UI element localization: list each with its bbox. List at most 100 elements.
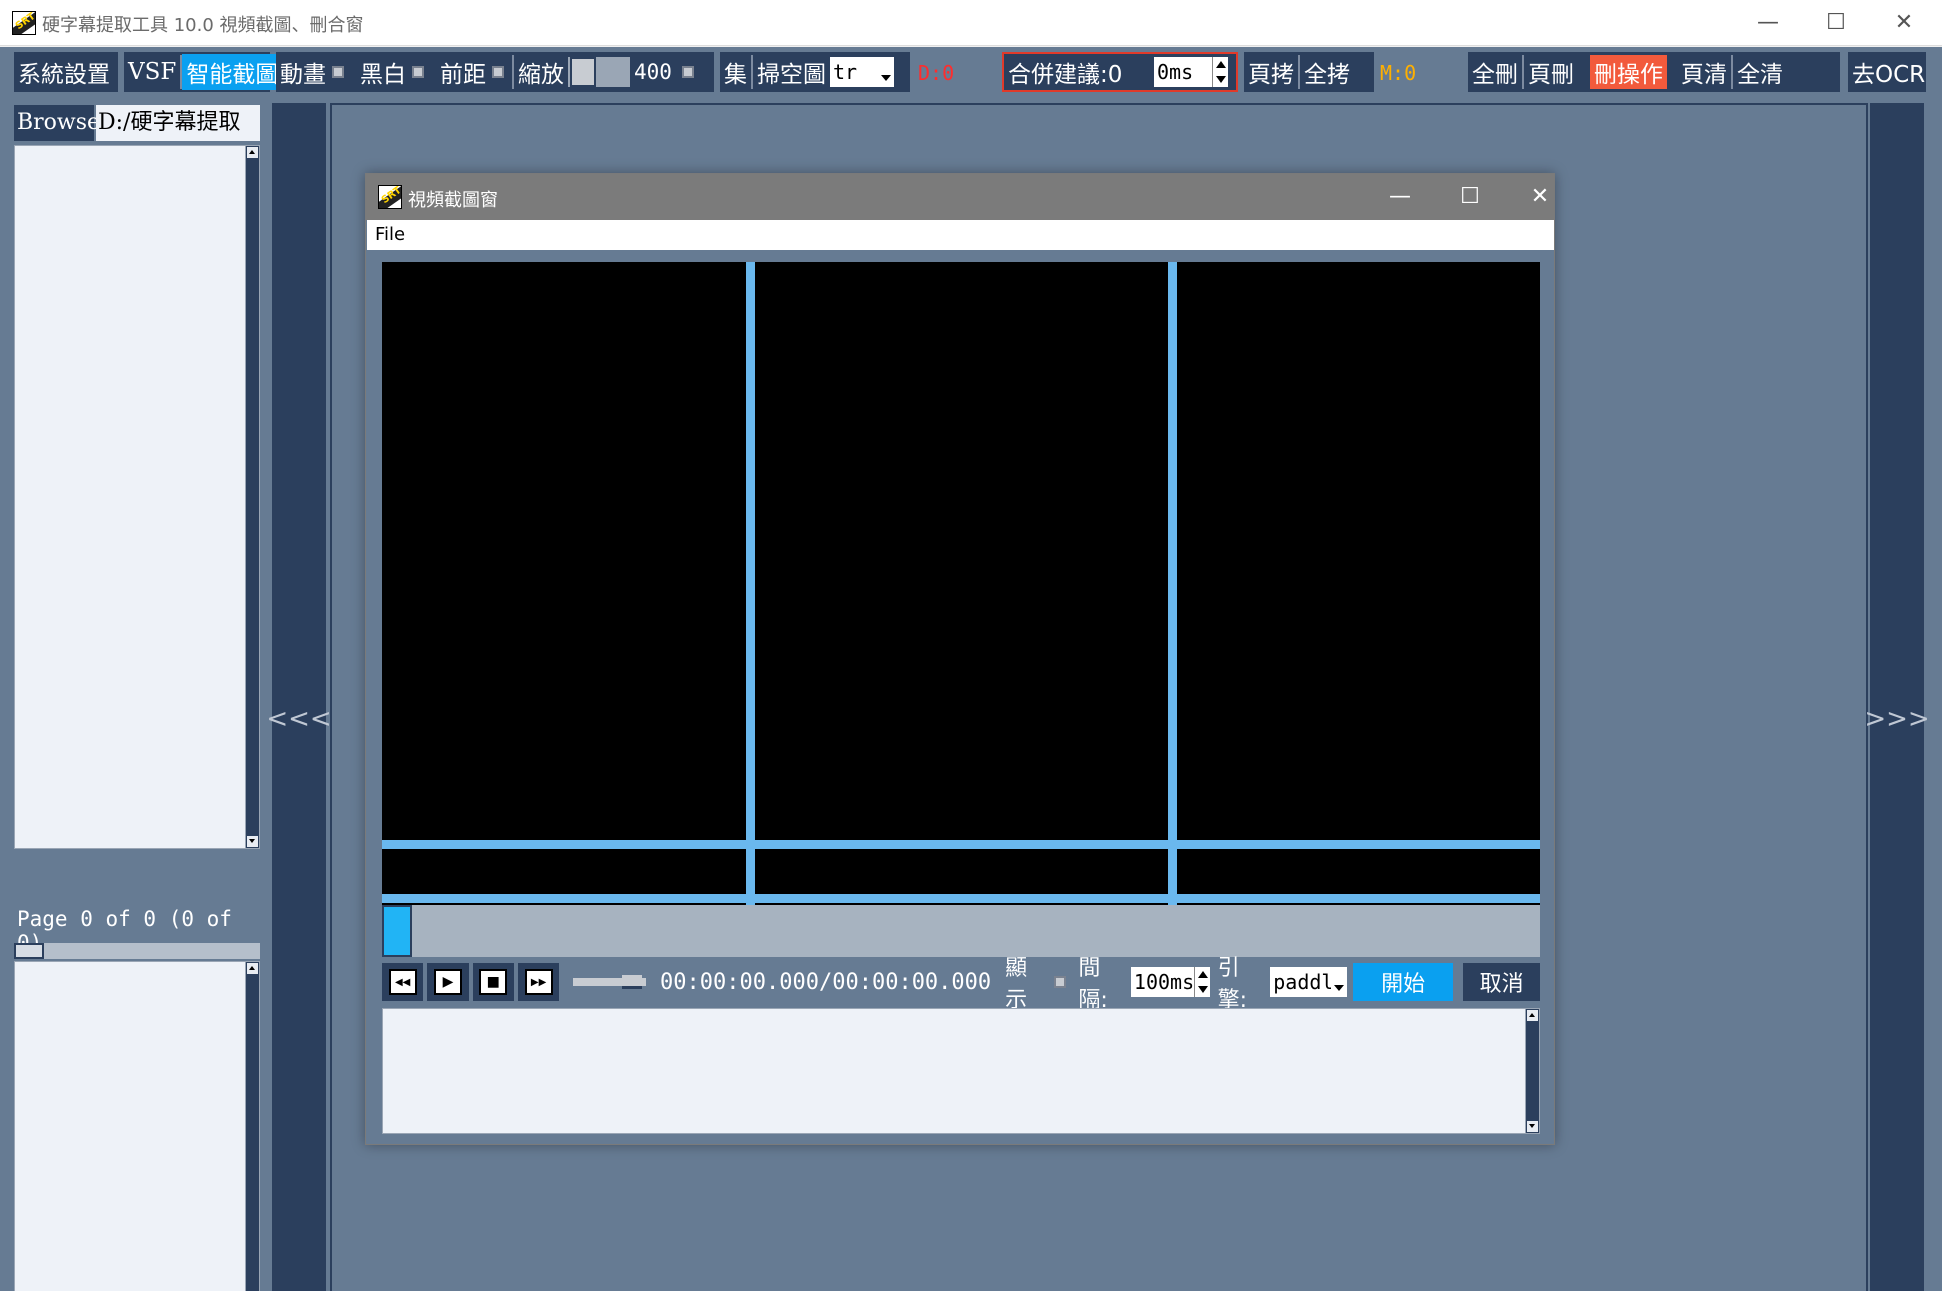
- show-checkbox[interactable]: [1054, 976, 1067, 988]
- chevron-down-icon: [878, 57, 894, 87]
- page-copy-button[interactable]: 頁拷: [1244, 55, 1300, 89]
- dialog-close-button[interactable]: ✕: [1520, 182, 1560, 212]
- preview-list[interactable]: [14, 961, 260, 1291]
- spinner-arrows-icon[interactable]: [1212, 57, 1228, 87]
- toolbar-group-delete: 全刪 頁刪 刪操作 頁清 全清: [1468, 52, 1840, 92]
- black-white-toggle[interactable]: 黑白: [356, 55, 432, 89]
- zoom-slider[interactable]: [568, 57, 630, 87]
- dialog-title: 視頻截圖窗: [408, 190, 498, 211]
- path-field[interactable]: D:/硬字幕提取: [96, 105, 260, 141]
- smart-capture-button[interactable]: 智能截圖: [182, 54, 283, 90]
- dialog-minimize-button[interactable]: —: [1380, 182, 1420, 212]
- maximize-button[interactable]: ☐: [1816, 8, 1856, 38]
- delete-all-button[interactable]: 全刪: [1468, 55, 1524, 89]
- dialog-app-icon: SRT: [378, 185, 402, 209]
- interval-label: 間隔:: [1078, 956, 1108, 1013]
- system-settings-button[interactable]: 系統設置: [14, 55, 114, 89]
- scroll-down-icon[interactable]: [1527, 1121, 1538, 1132]
- minimize-button[interactable]: —: [1748, 8, 1788, 38]
- merge-ms-spinner[interactable]: 0ms: [1154, 57, 1228, 87]
- go-ocr-button[interactable]: 去OCR: [1848, 55, 1929, 89]
- prev-page-button[interactable]: <<<: [266, 103, 332, 1291]
- interval-spinner[interactable]: 100ms: [1130, 967, 1210, 997]
- toolbar-group-ocr: 去OCR: [1848, 52, 1926, 92]
- video-capture-dialog: SRT 視頻截圖窗 — ☐ ✕ File ◀◀ ▶ ■ ▶▶ 00:00:00.…: [365, 173, 1555, 1145]
- all-clear-button[interactable]: 全清: [1733, 55, 1787, 89]
- browse-button[interactable]: Browse: [14, 105, 100, 141]
- timeline-thumb[interactable]: [382, 905, 412, 957]
- black-white-label: 黑白: [360, 62, 406, 88]
- front-distance-toggle[interactable]: 前距: [436, 55, 514, 89]
- crop-line-vertical-2[interactable]: [1168, 262, 1177, 912]
- front-distance-label: 前距: [440, 62, 486, 88]
- animation-checkbox[interactable]: [332, 66, 344, 78]
- next-page-button[interactable]: >>>: [1864, 103, 1930, 1291]
- zoom-checkbox[interactable]: [681, 66, 694, 78]
- delete-operation-button[interactable]: 刪操作: [1590, 55, 1667, 89]
- video-preview[interactable]: [382, 262, 1540, 912]
- dialog-maximize-button[interactable]: ☐: [1450, 182, 1490, 212]
- stop-button[interactable]: ■: [472, 963, 514, 1001]
- chevron-down-icon: [1331, 967, 1347, 997]
- page-slider[interactable]: [14, 943, 260, 959]
- file-list[interactable]: [14, 145, 260, 849]
- toolbar-group-capture: VSF 智能截圖: [124, 52, 283, 92]
- window-titlebar: SRT 硬字幕提取工具 10.0 視頻截圖、刪合窗 — ☐ ✕: [0, 0, 1942, 46]
- merge-suggestion-group: 合併建議:0 0ms: [1002, 52, 1238, 92]
- vsf-button[interactable]: VSF: [124, 55, 183, 89]
- left-panel: Browse D:/硬字幕提取 Page 0 of 0 (0 of 0): [14, 103, 260, 1291]
- video-timeline[interactable]: [382, 905, 1540, 957]
- menu-file[interactable]: File: [375, 224, 405, 245]
- toolbar-group-collect: 集 掃空圖 tr: [720, 52, 910, 92]
- spinner-arrows-icon[interactable]: [1193, 967, 1210, 997]
- m-counter: M:0: [1380, 61, 1417, 85]
- crop-line-vertical-1[interactable]: [746, 262, 755, 912]
- black-white-checkbox[interactable]: [412, 66, 424, 78]
- app-icon: SRT: [12, 11, 36, 35]
- engine-dropdown[interactable]: paddl: [1270, 967, 1347, 997]
- log-scrollbar[interactable]: [1525, 1009, 1539, 1133]
- forward-icon: ▶▶: [524, 969, 553, 995]
- toolbar-group-copy: 頁拷 全拷: [1244, 52, 1374, 92]
- toolbar-group-settings: 系統設置: [14, 52, 118, 92]
- start-button[interactable]: 開始: [1353, 963, 1454, 1001]
- volume-slider[interactable]: [573, 975, 647, 989]
- merge-suggestion-label: 合併建議:0: [1008, 62, 1123, 88]
- d-counter: D:0: [918, 61, 955, 85]
- rewind-button[interactable]: ◀◀: [382, 963, 424, 1001]
- animation-toggle[interactable]: 動畫: [276, 55, 352, 89]
- sweep-image-button[interactable]: 掃空圖: [753, 55, 830, 89]
- dialog-titlebar: SRT 視頻截圖窗 — ☐ ✕: [366, 174, 1554, 220]
- page-clear-button[interactable]: 頁清: [1677, 55, 1733, 89]
- log-output[interactable]: [382, 1008, 1540, 1134]
- forward-button[interactable]: ▶▶: [517, 963, 560, 1001]
- zoom-value: 400: [634, 60, 672, 84]
- zoom-slider-thumb[interactable]: [570, 57, 596, 87]
- stop-icon: ■: [479, 969, 508, 995]
- mode-dropdown[interactable]: tr: [830, 57, 894, 87]
- page-slider-thumb[interactable]: [14, 943, 44, 959]
- window-title: 硬字幕提取工具 10.0 視頻截圖、刪合窗: [42, 15, 364, 36]
- volume-slider-thumb[interactable]: [622, 975, 643, 989]
- playback-controls: ◀◀ ▶ ■ ▶▶ 00:00:00.000/00:00:00.000 顯示 間…: [382, 956, 1541, 1013]
- all-copy-button[interactable]: 全拷: [1300, 55, 1354, 89]
- front-distance-checkbox[interactable]: [492, 66, 504, 78]
- crop-line-horizontal-2[interactable]: [382, 894, 1540, 903]
- cancel-button[interactable]: 取消: [1463, 963, 1541, 1001]
- delete-page-button[interactable]: 頁刪: [1524, 55, 1578, 89]
- mode-value: tr: [833, 60, 858, 84]
- scroll-up-icon[interactable]: [247, 147, 258, 158]
- crop-line-horizontal-1[interactable]: [382, 840, 1540, 849]
- close-button[interactable]: ✕: [1884, 8, 1924, 38]
- scroll-up-icon[interactable]: [1527, 1010, 1538, 1021]
- collect-button[interactable]: 集: [720, 55, 753, 89]
- scroll-down-icon[interactable]: [247, 836, 258, 847]
- time-display: 00:00:00.000/00:00:00.000: [660, 969, 992, 995]
- scroll-up-icon[interactable]: [247, 963, 258, 974]
- play-button[interactable]: ▶: [427, 963, 469, 1001]
- preview-list-scrollbar[interactable]: [245, 962, 259, 1291]
- show-label: 顯示: [1005, 956, 1028, 1013]
- rewind-icon: ◀◀: [388, 969, 417, 995]
- interval-value: 100ms: [1133, 970, 1195, 994]
- file-list-scrollbar[interactable]: [245, 146, 259, 848]
